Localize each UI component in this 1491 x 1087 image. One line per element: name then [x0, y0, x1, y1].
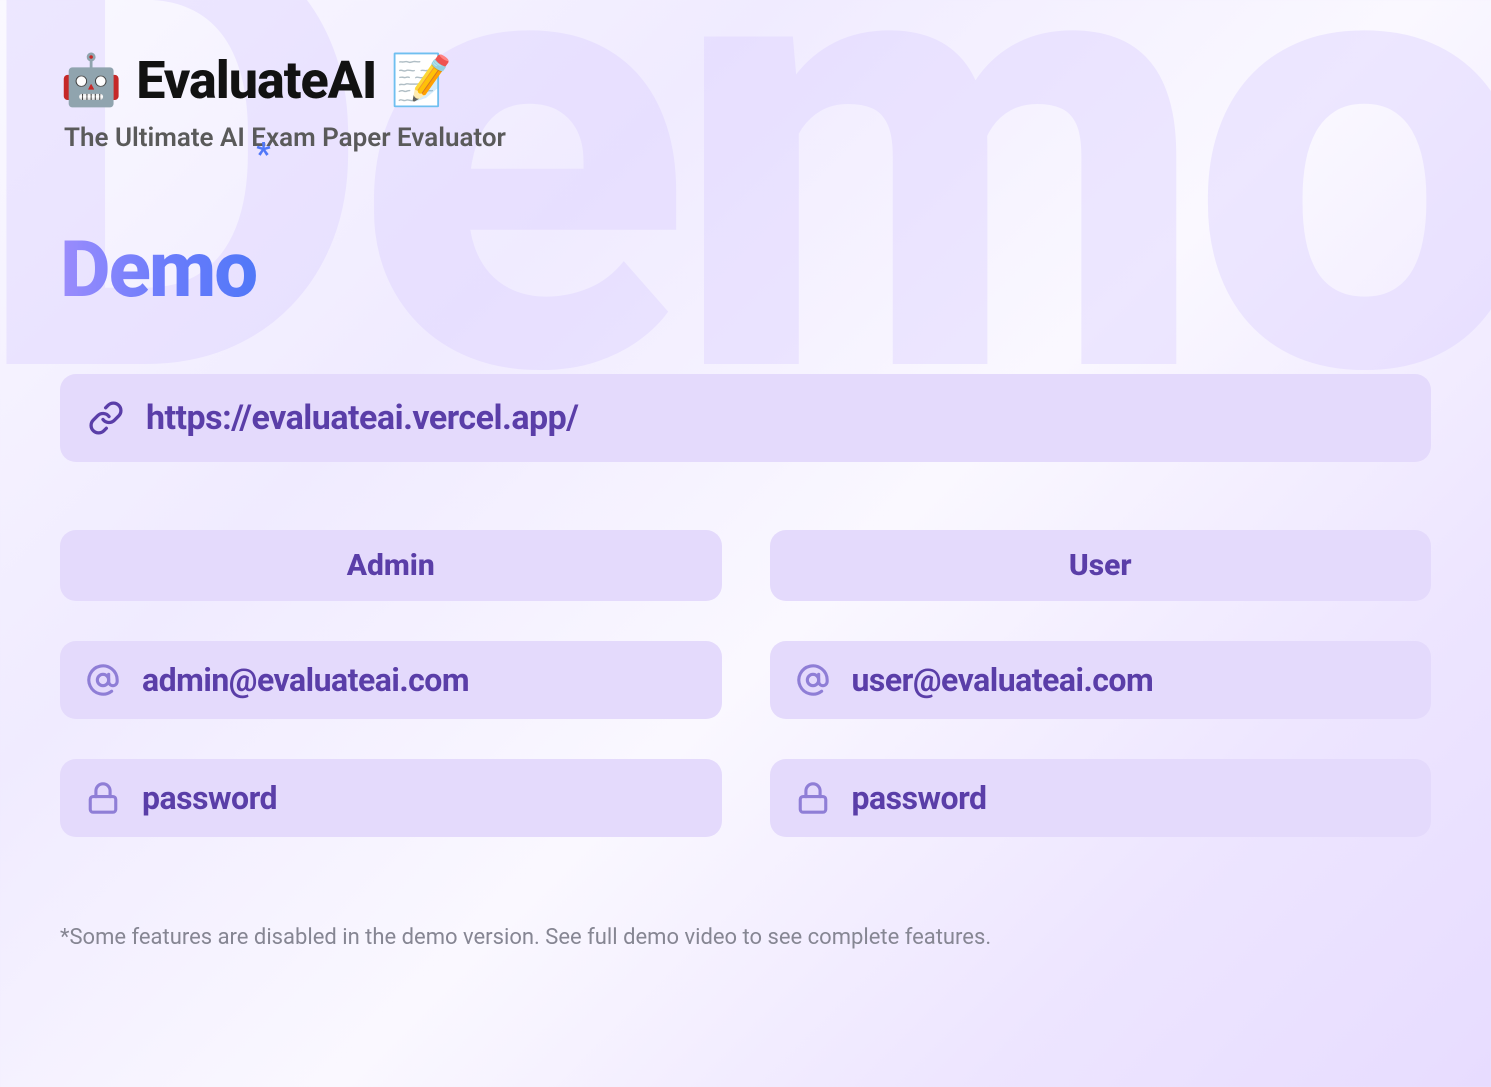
lock-icon [796, 781, 830, 815]
demo-url: https://evaluateai.vercel.app/ [146, 398, 578, 438]
section-title: Demo [60, 225, 256, 316]
user-column: User user@evaluateai.com password [770, 530, 1432, 837]
admin-password: password [142, 779, 277, 817]
admin-email-box[interactable]: admin@evaluateai.com [60, 641, 722, 719]
at-icon [86, 663, 120, 697]
demo-url-box[interactable]: https://evaluateai.vercel.app/ [60, 374, 1431, 462]
section-title-wrap: Demo* [60, 153, 1431, 316]
admin-password-box[interactable]: password [60, 759, 722, 837]
memo-icon: 📝 [390, 52, 452, 110]
user-label: User [1069, 548, 1132, 583]
link-icon [88, 400, 124, 436]
user-password: password [852, 779, 987, 817]
admin-email: admin@evaluateai.com [142, 661, 469, 699]
user-email: user@evaluateai.com [852, 661, 1154, 699]
at-icon [796, 663, 830, 697]
footnote: *Some features are disabled in the demo … [60, 925, 1431, 950]
robot-icon: 🤖 [60, 52, 122, 110]
user-header: User [770, 530, 1432, 601]
app-header: 🤖 EvaluateAI 📝 [60, 50, 1431, 111]
admin-column: Admin admin@evaluateai.com password [60, 530, 722, 837]
asterisk: * [256, 135, 270, 173]
app-title: EvaluateAI [136, 50, 376, 111]
admin-header: Admin [60, 530, 722, 601]
user-password-box[interactable]: password [770, 759, 1432, 837]
user-email-box[interactable]: user@evaluateai.com [770, 641, 1432, 719]
lock-icon [86, 781, 120, 815]
admin-label: Admin [347, 548, 435, 583]
